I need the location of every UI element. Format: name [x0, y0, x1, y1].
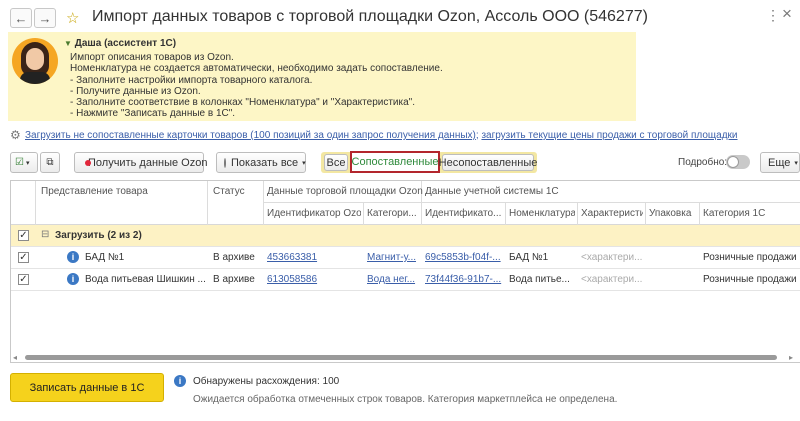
- upload-unmatched-link[interactable]: Загрузить не сопоставленные карточки тов…: [25, 130, 476, 141]
- col-package[interactable]: Упаковка: [649, 208, 697, 219]
- arrow-right-icon: →: [38, 10, 52, 26]
- favorite-star-icon[interactable]: ☆: [66, 9, 79, 27]
- links-line: Загрузить не сопоставленные карточки тов…: [25, 130, 738, 141]
- horizontal-scrollbar[interactable]: ◂ ▸: [11, 352, 800, 362]
- more-label: Еще: [768, 156, 791, 169]
- links-separator: ;: [475, 130, 479, 141]
- select-checkboxes-button[interactable]: ☑ ▾: [10, 152, 38, 173]
- col-category-1c[interactable]: Категория 1С: [703, 208, 799, 219]
- back-button[interactable]: ←: [10, 8, 32, 28]
- table-row[interactable]: ✓ i БАД №1 В архиве 453663381 Магнит-у..…: [11, 247, 800, 269]
- assistant-toggle[interactable]: ▼ Даша (ассистент 1С): [64, 38, 176, 49]
- col-category[interactable]: Категори...: [367, 208, 419, 219]
- collapse-icon[interactable]: ⊟: [41, 229, 49, 240]
- assistant-line: Импорт описания товаров из Ozon.: [70, 52, 234, 63]
- copy-button[interactable]: ⧉: [40, 152, 60, 173]
- filter-all-button[interactable]: Все: [324, 154, 348, 171]
- col-characteristic[interactable]: Характеристи...: [581, 208, 643, 219]
- more-button[interactable]: Еще ▾: [760, 152, 800, 173]
- assistant-line: - Получите данные из Ozon.: [70, 85, 201, 97]
- scroll-left-icon[interactable]: ◂: [13, 353, 17, 362]
- assistant-line: - Заполните настройки импорта товарного …: [70, 74, 313, 86]
- get-ozon-data-button[interactable]: Получить данные Ozon: [74, 152, 208, 173]
- filter-all-label: Все: [326, 156, 346, 169]
- scrollbar-thumb[interactable]: [25, 355, 777, 360]
- assistant-line: - Нажмите "Записать данные в 1С".: [70, 108, 236, 120]
- cell-characteristic[interactable]: <характери...: [581, 274, 643, 285]
- cell-nomenclature[interactable]: БАД №1: [509, 252, 575, 263]
- col-status[interactable]: Статус: [213, 186, 245, 197]
- cell-nomenclature[interactable]: Вода питье...: [509, 274, 575, 285]
- copy-icon: ⧉: [46, 157, 54, 168]
- window-title: Импорт данных товаров с торговой площадк…: [92, 8, 648, 25]
- assistant-line: - Заполните соответствие в колонках "Ном…: [70, 97, 415, 109]
- detailed-toggle[interactable]: [726, 155, 750, 169]
- cell-status: В архиве: [213, 274, 255, 285]
- chevron-down-icon: ▾: [25, 159, 30, 167]
- products-table[interactable]: Представление товара Статус Данные торго…: [10, 180, 800, 363]
- col-group-marketplace: Данные торговой площадки Ozon: [267, 186, 423, 197]
- load-prices-link[interactable]: загрузить текущие цены продажи с торгово…: [481, 130, 737, 141]
- gear-icon: ⚙: [10, 128, 21, 142]
- cell-product: БАД №1: [85, 252, 125, 263]
- col-group-account: Данные учетной системы 1С: [425, 186, 559, 197]
- cell-status: В архиве: [213, 252, 255, 263]
- cell-category-1c[interactable]: Розничные продажи: [703, 274, 800, 285]
- cell-id-1c[interactable]: 69c5853b-f04f-...: [425, 252, 503, 263]
- col-product[interactable]: Представление товара: [41, 186, 148, 197]
- group-checkbox[interactable]: ✓: [18, 230, 29, 241]
- row-checkbox[interactable]: ✓: [18, 252, 29, 263]
- filter-unmatched-button[interactable]: Несопоставленные: [439, 154, 537, 171]
- forward-button[interactable]: →: [34, 8, 56, 28]
- assistant-line: Номенклатура не создается автоматически,…: [70, 63, 443, 75]
- filter-icon: [224, 157, 226, 168]
- assistant-message: Импорт описания товаров из Ozon. Номенкл…: [70, 52, 443, 120]
- close-icon[interactable]: ×: [782, 4, 792, 24]
- assistant-avatar: [12, 38, 58, 84]
- cell-ozon-id[interactable]: 613058586: [267, 274, 361, 285]
- cell-characteristic[interactable]: <характери...: [581, 252, 643, 263]
- group-label: Загрузить (2 из 2): [55, 230, 142, 241]
- more-menu-icon[interactable]: ⋮: [766, 7, 780, 24]
- col-ozon-id[interactable]: Идентификатор Ozon: [267, 208, 361, 219]
- cell-product: Вода питьевая Шишкин ...: [85, 274, 205, 285]
- discrepancies-text: Обнаружены расхождения: 100: [193, 376, 340, 387]
- chevron-down-icon: ▾: [794, 159, 798, 167]
- show-all-label: Показать все: [231, 156, 299, 169]
- assistant-name: Даша (ассистент 1С): [74, 38, 177, 49]
- arrow-left-icon: ←: [14, 10, 28, 26]
- row-checkbox[interactable]: ✓: [18, 274, 29, 285]
- write-data-button[interactable]: Записать данные в 1С: [10, 373, 164, 402]
- pending-text: Ожидается обработка отмеченных строк тов…: [193, 394, 618, 405]
- col-nomenclature[interactable]: Номенклатура: [509, 208, 575, 219]
- write-data-label: Записать данные в 1С: [29, 381, 145, 394]
- info-icon[interactable]: i: [67, 273, 79, 285]
- filter-unmatched-label: Несопоставленные: [438, 156, 538, 169]
- detailed-label: Подробно:: [678, 157, 728, 168]
- show-all-dropdown[interactable]: Показать все ▾: [216, 152, 306, 173]
- cell-ozon-id[interactable]: 453663381: [267, 252, 361, 263]
- cell-id-1c[interactable]: 73f44f36-91b7-...: [425, 274, 503, 285]
- cell-category[interactable]: Вода нег...: [367, 274, 419, 285]
- col-id-1c[interactable]: Идентификато...: [425, 208, 503, 219]
- info-icon[interactable]: i: [67, 251, 79, 263]
- table-row[interactable]: ✓ i Вода питьевая Шишкин ... В архиве 61…: [11, 269, 800, 291]
- table-group-row[interactable]: ✓ ⊟ Загрузить (2 из 2): [11, 225, 800, 247]
- cell-category[interactable]: Магнит-у...: [367, 252, 419, 263]
- scroll-right-icon[interactable]: ▸: [789, 353, 793, 362]
- chevron-down-icon: ▾: [302, 159, 306, 167]
- cell-category-1c[interactable]: Розничные продажи: [703, 252, 800, 263]
- info-icon: i: [174, 375, 186, 387]
- assistant-panel: ▼ Даша (ассистент 1С) Импорт описания то…: [8, 32, 636, 121]
- filter-matched-button[interactable]: Сопоставленные: [350, 151, 440, 173]
- filter-matched-label: Сопоставленные: [351, 156, 439, 168]
- get-ozon-data-label: Получить данные Ozon: [88, 156, 208, 169]
- checkbox-icon: ☑: [15, 157, 24, 168]
